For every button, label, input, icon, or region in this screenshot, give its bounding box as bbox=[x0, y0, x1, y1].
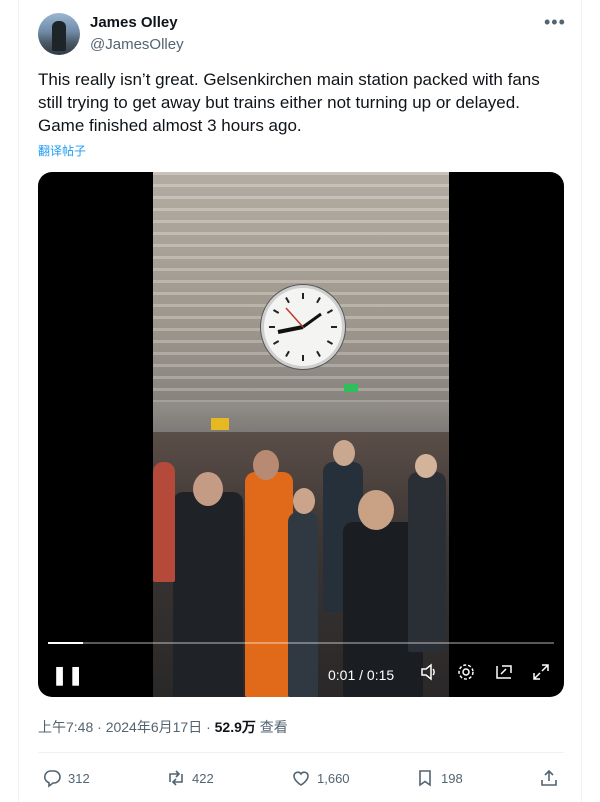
avatar[interactable] bbox=[38, 13, 80, 55]
video-progress-bar[interactable] bbox=[48, 642, 554, 644]
like-count: 1,660 bbox=[317, 770, 350, 786]
volume-icon[interactable] bbox=[419, 662, 439, 682]
like-button[interactable]: 1,660 bbox=[291, 766, 350, 790]
repost-button[interactable]: 422 bbox=[166, 766, 214, 790]
pause-icon[interactable]: ❚❚ bbox=[52, 665, 84, 686]
tweet-text: This really isn’t great. Gelsenkirchen m… bbox=[38, 70, 540, 135]
more-options-icon[interactable]: ••• bbox=[544, 12, 566, 33]
bookmark-icon bbox=[419, 770, 431, 787]
reply-count: 312 bbox=[68, 770, 90, 786]
video-controls: ❚❚ 0:01 / 0:15 bbox=[38, 632, 564, 697]
bookmark-count: 198 bbox=[441, 770, 463, 786]
translate-link[interactable]: 翻译帖子 bbox=[38, 142, 86, 159]
views-label: 查看 bbox=[255, 719, 288, 735]
share-icon bbox=[541, 769, 557, 786]
reply-icon bbox=[43, 770, 61, 788]
avatar-figure bbox=[52, 21, 66, 51]
tweet-meta: 上午7:48 · 2024年6月17日 · 52.9万 查看 bbox=[38, 717, 288, 737]
picture-in-picture-icon[interactable] bbox=[494, 662, 514, 682]
exit-sign bbox=[344, 384, 358, 392]
settings-icon[interactable] bbox=[456, 662, 476, 682]
repost-count: 422 bbox=[192, 770, 214, 786]
fullscreen-icon[interactable] bbox=[531, 662, 551, 682]
repost-icon bbox=[169, 770, 183, 786]
bookmark-button[interactable]: 198 bbox=[415, 766, 463, 790]
video-frame bbox=[153, 172, 449, 697]
divider bbox=[38, 752, 564, 753]
video-time: 0:01 / 0:15 bbox=[328, 667, 395, 683]
station-clock bbox=[261, 285, 345, 369]
heart-icon bbox=[293, 771, 309, 786]
author-handle[interactable]: @JamesOlley bbox=[90, 36, 184, 53]
video-progress-fill bbox=[48, 642, 84, 644]
view-count: 52.9万 bbox=[214, 719, 256, 735]
share-button[interactable] bbox=[539, 766, 559, 790]
platform-sign bbox=[211, 418, 229, 430]
reply-button[interactable]: 312 bbox=[42, 766, 90, 790]
author-name[interactable]: James Olley bbox=[90, 14, 178, 31]
timestamp[interactable]: 上午7:48 · 2024年6月17日 · bbox=[38, 719, 215, 735]
video-player[interactable]: ❚❚ 0:01 / 0:15 bbox=[38, 172, 564, 697]
